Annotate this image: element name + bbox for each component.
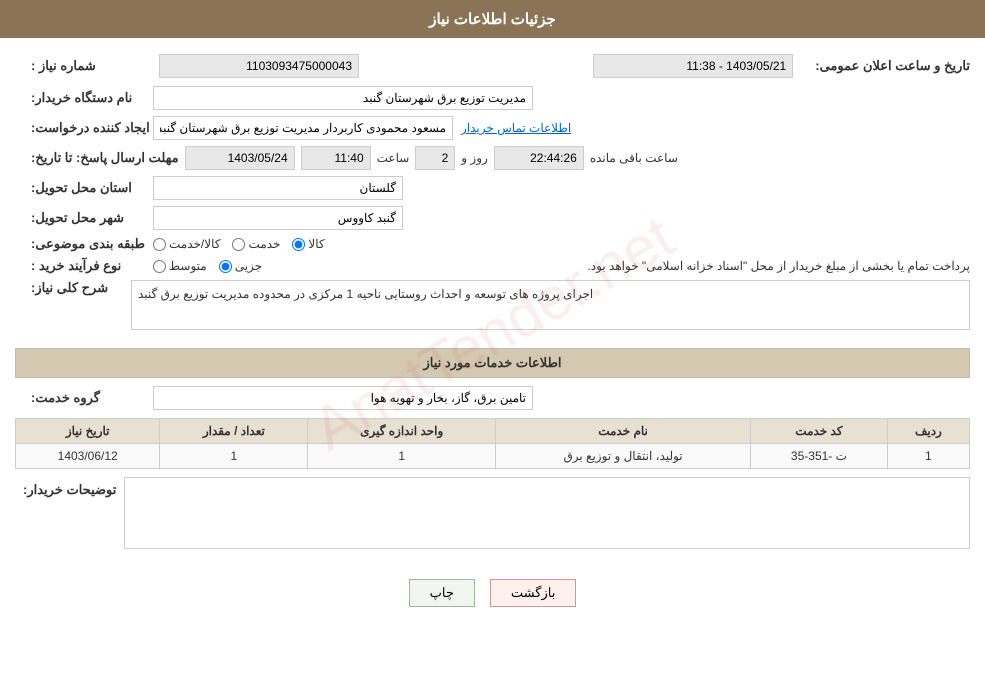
page-header: جزئیات اطلاعات نیاز xyxy=(0,0,985,38)
process-radio-group: متوسط جزیی xyxy=(153,259,262,273)
process-label: نوع فرآیند خرید : xyxy=(23,258,153,274)
row-1-unit: 1 xyxy=(308,444,496,469)
category-option-service[interactable]: خدمت xyxy=(232,237,280,251)
category-goods-service-radio[interactable] xyxy=(153,238,166,251)
buyer-org-input xyxy=(153,86,533,110)
category-label: طبقه بندی موضوعی: xyxy=(23,236,153,252)
city-input xyxy=(153,206,403,230)
remaining-time-input xyxy=(494,146,584,170)
buyer-org-label: نام دستگاه خریدار: xyxy=(23,90,153,106)
category-option-goods-service[interactable]: کالا/خدمت xyxy=(153,237,220,251)
days-label: روز و xyxy=(461,151,488,165)
buyer-contact-link[interactable]: اطلاعات تماس خریدار xyxy=(461,121,571,135)
process-option-medium[interactable]: متوسط xyxy=(153,259,207,273)
process-partial-radio[interactable] xyxy=(219,260,232,273)
category-goods-service-label: کالا/خدمت xyxy=(169,237,220,251)
col-unit: واحد اندازه گیری xyxy=(308,419,496,444)
row-1-num: 1 xyxy=(887,444,969,469)
category-option-goods[interactable]: کالا xyxy=(292,237,324,251)
col-date: تاریخ نیاز xyxy=(16,419,160,444)
general-desc-label: شرح کلی نیاز: xyxy=(23,280,123,296)
need-number-input xyxy=(159,54,359,78)
row-1-date: 1403/06/12 xyxy=(16,444,160,469)
process-desc: پرداخت تمام یا بخشی از مبلغ خریدار از مح… xyxy=(272,259,970,273)
col-service-code: کد خدمت xyxy=(751,419,888,444)
category-goods-label: کالا xyxy=(308,237,324,251)
process-option-partial[interactable]: جزیی xyxy=(219,259,262,273)
deadline-date-input xyxy=(185,146,295,170)
buyer-desc-box xyxy=(124,477,970,549)
general-desc-box: اجرای پروژه های توسعه و احداث روستایی نا… xyxy=(131,280,970,330)
days-input xyxy=(415,146,455,170)
service-info-title: اطلاعات خدمات مورد نیاز xyxy=(15,348,970,378)
page-title: جزئیات اطلاعات نیاز xyxy=(429,11,556,28)
deadline-label: مهلت ارسال پاسخ: تا تاریخ: xyxy=(23,150,179,166)
need-number-label: شماره نیاز : xyxy=(23,58,153,74)
process-medium-label: متوسط xyxy=(169,259,207,273)
creator-label: ایجاد کننده درخواست: xyxy=(23,120,153,136)
category-service-radio[interactable] xyxy=(232,238,245,251)
creator-input xyxy=(153,116,453,140)
back-button[interactable]: بازگشت xyxy=(490,579,576,607)
buyer-desc-label: توضیحات خریدار: xyxy=(15,477,124,503)
row-1-name: تولید، انتقال و توزیع برق xyxy=(496,444,751,469)
col-quantity: تعداد / مقدار xyxy=(160,419,308,444)
buyer-desc-section: توضیحات خریدار: xyxy=(15,477,970,559)
city-label: شهر محل تحویل: xyxy=(23,210,153,226)
process-medium-radio[interactable] xyxy=(153,260,166,273)
row-1-code: ت -351-35 xyxy=(751,444,888,469)
category-goods-radio[interactable] xyxy=(292,238,305,251)
general-desc-text: اجرای پروژه های توسعه و احداث روستایی نا… xyxy=(138,287,593,301)
province-label: استان محل تحویل: xyxy=(23,180,153,196)
process-partial-label: جزیی xyxy=(235,259,262,273)
category-radio-group: کالا/خدمت خدمت کالا xyxy=(153,237,325,251)
col-row-num: ردیف xyxy=(887,419,969,444)
button-row: بازگشت چاپ xyxy=(15,569,970,617)
province-input xyxy=(153,176,403,200)
row-1-quantity: 1 xyxy=(160,444,308,469)
col-service-name: نام خدمت xyxy=(496,419,751,444)
time-input xyxy=(301,146,371,170)
print-button[interactable]: چاپ xyxy=(409,579,475,607)
remaining-label: ساعت باقی مانده xyxy=(590,151,678,165)
service-group-input xyxy=(153,386,533,410)
ann-date-label: تاریخ و ساعت اعلان عمومی: xyxy=(807,58,970,74)
time-label: ساعت xyxy=(377,151,410,165)
general-desc-section: اجرای پروژه های توسعه و احداث روستایی نا… xyxy=(15,280,970,338)
ann-date-input xyxy=(593,54,793,78)
buyer-desc-text xyxy=(125,478,969,548)
category-service-label: خدمت xyxy=(248,237,280,251)
service-group-label: گروه خدمت: xyxy=(23,390,153,406)
services-table: ردیف کد خدمت نام خدمت واحد اندازه گیری ت… xyxy=(15,418,970,469)
